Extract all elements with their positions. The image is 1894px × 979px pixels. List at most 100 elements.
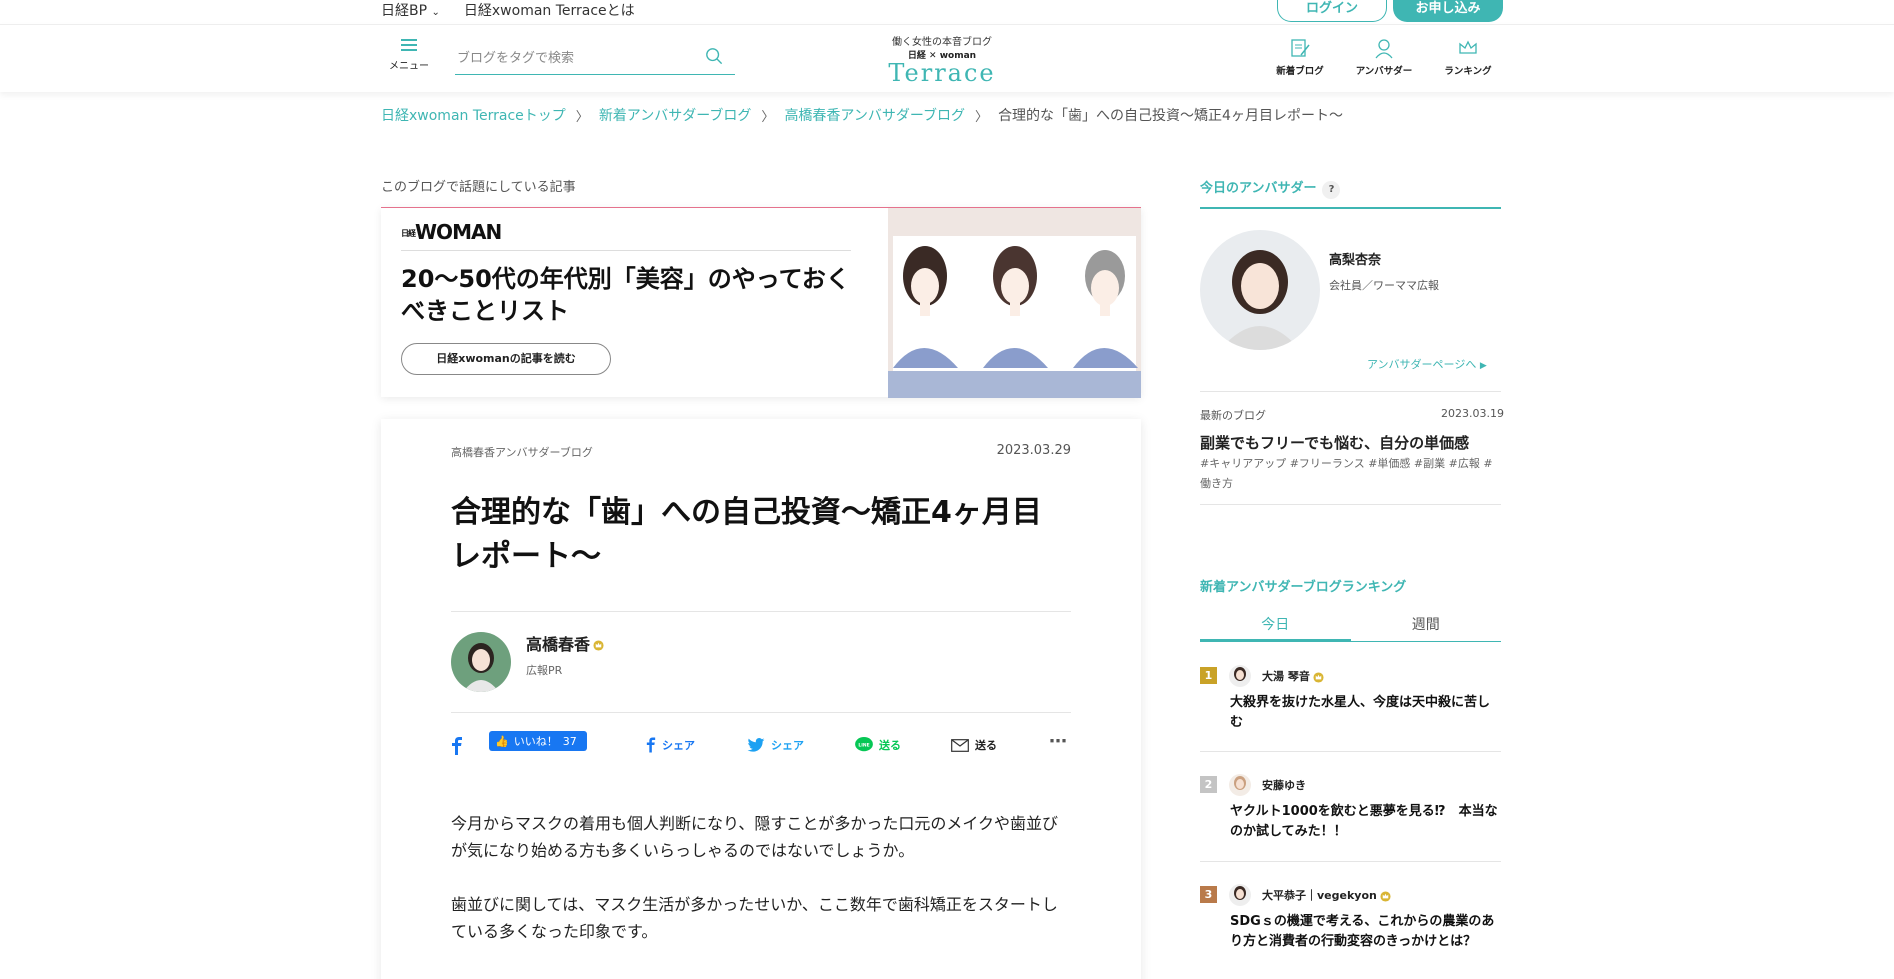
article-paragraph: 今月からマスクの着用も個人判断になり、隠すことが多かった口元のメイクや歯並びが気…: [451, 814, 1059, 860]
person-icon: [1375, 39, 1393, 59]
featured-headline[interactable]: 20〜50代の年代別「美容」のやっておくべきことリスト: [401, 263, 861, 327]
facebook-like-button[interactable]: 👍 いいね！ 37: [489, 731, 587, 751]
more-options-icon[interactable]: ⋯: [1049, 731, 1067, 752]
menu-button[interactable]: メニュー: [389, 39, 429, 72]
article-card: 高橋春香アンバサダーブログ 2023.03.29 合理的な「歯」への自己投資〜矯…: [381, 419, 1141, 979]
author-avatar[interactable]: [451, 632, 511, 692]
ranking-author: 安藤ゆき: [1262, 779, 1306, 792]
about-link[interactable]: 日経xwoman Terraceとは: [464, 0, 635, 20]
featured-article-card[interactable]: 日経WOMAN 20〜50代の年代別「美容」のやっておくべきことリスト 日経xw…: [381, 207, 1141, 398]
divider: [1200, 391, 1501, 392]
breadcrumb: 日経xwoman Terraceトップ 〉 新着アンバサダーブログ 〉 高橋春香…: [381, 105, 1343, 125]
featured-illustration: [888, 208, 1141, 398]
divider: [451, 712, 1071, 713]
divider: [1200, 504, 1501, 505]
ranking-title-text: ヤクルト1000を飲むと悪夢を見る⁉ 本当なのか試してみた！！: [1230, 804, 1498, 839]
nav-ranking-label: ランキング: [1444, 66, 1492, 77]
ranking-avatar: [1229, 884, 1251, 906]
ranking-avatar: [1229, 665, 1251, 687]
like-count: 37: [562, 734, 577, 748]
ambassador-avatar[interactable]: [1200, 230, 1320, 350]
search-icon[interactable]: [705, 47, 723, 65]
share-twitter-button[interactable]: シェア: [747, 737, 804, 753]
logo-name: Terrace: [888, 59, 996, 87]
read-article-button[interactable]: 日経xwomanの記事を読む: [401, 343, 611, 375]
signup-button[interactable]: お申し込み: [1393, 0, 1503, 22]
ambassador-role: 会社員／ワーママ広報: [1329, 279, 1439, 292]
twitter-icon: [747, 738, 765, 752]
breadcrumb-separator: 〉: [975, 109, 989, 125]
ranking-tabs: 今日 週間: [1200, 612, 1501, 642]
nav-new-blog-label: 新着ブログ: [1276, 66, 1324, 77]
ranking-author: 大平恭子｜vegekyon: [1262, 887, 1391, 903]
logo-tagline: 働く女性の本音ブログ: [892, 37, 992, 48]
hamburger-icon: [401, 39, 417, 51]
login-button[interactable]: ログイン: [1277, 0, 1387, 22]
breadcrumb-current: 合理的な「歯」への自己投資〜矯正4ヶ月目レポート〜: [998, 108, 1343, 124]
ranking-title-text: 大殺界を抜けた水星人、今度は天中殺に苦しむ: [1230, 695, 1491, 730]
breadcrumb-new-blogs[interactable]: 新着アンバサダーブログ: [599, 105, 752, 125]
article-blog-name[interactable]: 高橋春香アンバサダーブログ: [451, 444, 593, 460]
ambassador-name[interactable]: 高梨杏奈: [1329, 249, 1381, 268]
facebook-icon: [646, 737, 656, 753]
article-paragraph: 歯並びに関しては、マスク生活が多かったせいか、ここ数年で歯科矯正をスタートしてい…: [451, 895, 1058, 941]
ranking-author: 大湯 琴音: [1262, 668, 1324, 684]
svg-text:LINE: LINE: [858, 742, 869, 748]
ranking-title: 新着アンバサダーブログランキング: [1200, 580, 1407, 595]
triangle-right-icon: ▶: [1479, 361, 1487, 371]
share-mail-button[interactable]: 送る: [951, 737, 997, 753]
tab-today[interactable]: 今日: [1200, 612, 1351, 642]
nav-ambassador-label: アンバサダー: [1355, 66, 1413, 77]
facebook-icon[interactable]: [451, 737, 463, 755]
divider: [401, 250, 851, 251]
search-input[interactable]: ブログをタグで検索: [455, 37, 735, 75]
rank-badge: 1: [1200, 667, 1217, 684]
author-name[interactable]: 高橋春香: [526, 631, 604, 655]
top-links: 日経BP ⌄ 日経xwoman Terraceとは: [381, 0, 635, 20]
nav-ranking[interactable]: ランキング: [1438, 37, 1498, 77]
line-icon: LINE: [855, 737, 873, 752]
latest-blog-date: 2023.03.19: [1441, 407, 1504, 420]
today-ambassador-title: 今日のアンバサダー?: [1200, 177, 1341, 199]
article-title: 合理的な「歯」への自己投資〜矯正4ヶ月目レポート〜: [451, 495, 1042, 574]
site-header: メニュー ブログをタグで検索 働く女性の本音ブログ 日経 ✕ woman Ter…: [0, 24, 1894, 92]
divider: [1200, 861, 1501, 862]
nav-new-blog[interactable]: 新着ブログ: [1270, 37, 1330, 77]
top-bar: 日経BP ⌄ 日経xwoman Terraceとは ログイン お申し込み: [0, 0, 1894, 24]
help-icon[interactable]: ?: [1322, 181, 1341, 199]
menu-label: メニュー: [389, 61, 429, 72]
header-nav: 新着ブログ アンバサダー ランキング: [1270, 37, 1498, 77]
mail-icon: [951, 738, 969, 752]
author-role: 広報PR: [526, 664, 563, 677]
crown-icon: [1459, 40, 1477, 54]
breadcrumb-separator: 〉: [761, 109, 775, 125]
share-line-button[interactable]: LINE 送る: [855, 737, 901, 753]
breadcrumb-separator: 〉: [575, 109, 589, 125]
latest-blog-tags[interactable]: #キャリアアップ #フリーランス #単価感 #副業 #広報 #働き方: [1200, 454, 1501, 494]
divider: [1200, 207, 1501, 209]
thumbs-up-icon: 👍: [495, 734, 509, 748]
divider: [1200, 751, 1501, 752]
nav-ambassador[interactable]: アンバサダー: [1354, 37, 1414, 77]
tab-week[interactable]: 週間: [1350, 612, 1501, 642]
divider: [451, 611, 1071, 612]
crown-icon: [1380, 890, 1391, 902]
share-bar: 👍 いいね！ 37 シェア シェア LINE 送る 送る ⋯: [451, 731, 1071, 761]
chevron-down-icon: ⌄: [431, 7, 440, 18]
ranking-avatar: [1229, 774, 1251, 796]
ranking-title-text: SDGｓの機運で考える、これからの農業のあり方と消費者の行動変容のきっかけとは？: [1230, 914, 1495, 949]
crown-icon: [1313, 671, 1324, 683]
breadcrumb-author-blog[interactable]: 高橋春香アンバサダーブログ: [784, 105, 965, 125]
crown-icon: [593, 640, 604, 651]
featured-section-title: このブログで話題にしている記事: [381, 180, 576, 195]
article-date: 2023.03.29: [996, 443, 1071, 458]
latest-blog-title[interactable]: 副業でもフリーでも悩む、自分の単価感: [1200, 432, 1469, 453]
rank-badge: 2: [1200, 776, 1217, 793]
pencil-note-icon: [1291, 39, 1310, 57]
breadcrumb-top[interactable]: 日経xwoman Terraceトップ: [381, 105, 566, 125]
latest-blog-label: 最新のブログ: [1200, 409, 1266, 422]
share-facebook-button[interactable]: シェア: [646, 737, 695, 753]
site-logo[interactable]: 働く女性の本音ブログ 日経 ✕ woman Terrace: [862, 33, 1022, 85]
nikkeibp-dropdown[interactable]: 日経BP ⌄: [381, 0, 440, 20]
ambassador-page-link[interactable]: アンバサダーページへ ▶: [1367, 356, 1487, 372]
